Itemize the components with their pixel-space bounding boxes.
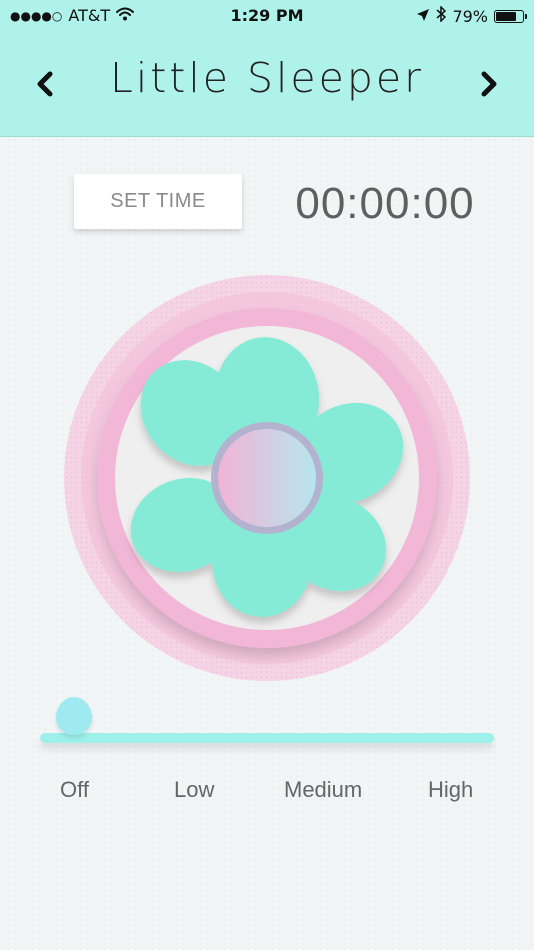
page-title: Little Sleeper <box>109 54 424 102</box>
chevron-right-icon[interactable] <box>476 66 504 102</box>
status-bar: ●●●●○ AT&T 1:29 PM 79% <box>0 0 534 32</box>
speed-labels: Off Low Medium High <box>0 777 534 807</box>
speed-slider-thumb[interactable] <box>56 697 92 735</box>
bluetooth-icon <box>436 5 447 26</box>
status-right: 79% <box>416 5 527 26</box>
main-content: SET TIME 00:00:00 Off Low Medium High <box>0 137 534 950</box>
set-time-button[interactable]: SET TIME <box>74 174 242 229</box>
speed-label-medium[interactable]: Medium <box>284 777 362 803</box>
fan-icon <box>64 275 470 681</box>
battery-icon <box>494 9 527 23</box>
battery-level-fill <box>496 11 516 21</box>
fan-control[interactable] <box>64 275 470 681</box>
battery-percent: 79% <box>452 6 488 26</box>
speed-label-off[interactable]: Off <box>60 777 89 803</box>
speed-slider-track[interactable] <box>40 733 494 743</box>
speed-label-high[interactable]: High <box>428 777 473 803</box>
speed-label-low[interactable]: Low <box>174 777 214 803</box>
fan-hub <box>218 429 316 527</box>
location-arrow-icon <box>416 7 430 26</box>
nav-bar: Little Sleeper <box>0 32 534 137</box>
speed-slider[interactable] <box>40 697 506 757</box>
timer-display: 00:00:00 <box>295 179 475 228</box>
